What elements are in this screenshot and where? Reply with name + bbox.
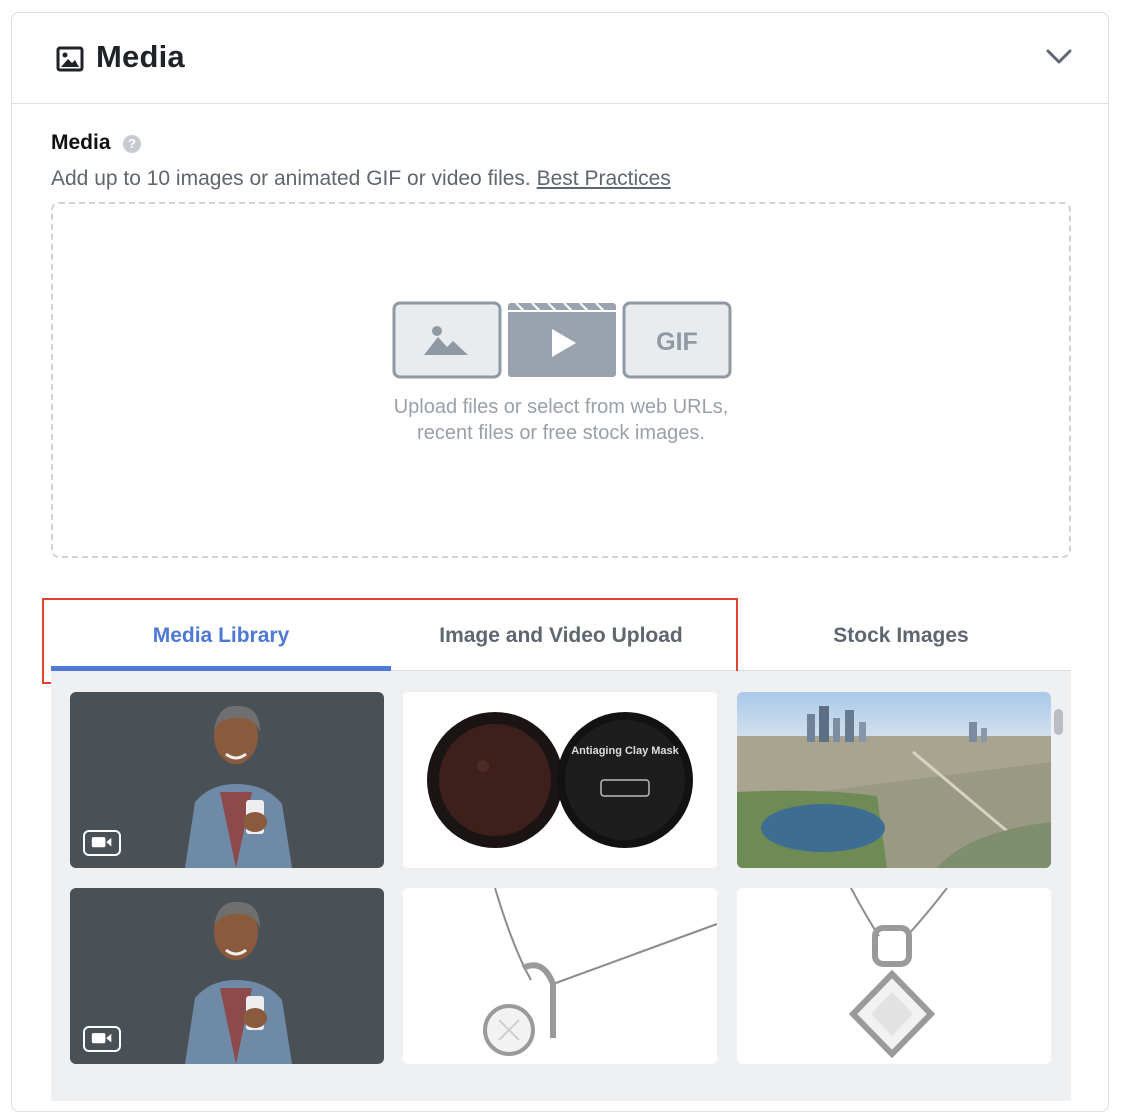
- gif-placeholder-icon: GIF: [622, 301, 732, 379]
- upload-dropzone[interactable]: GIF Upload files or select from web URLs…: [51, 202, 1071, 558]
- media-item[interactable]: Antiaging Clay Mask: [403, 692, 717, 868]
- pendant-square-image: [737, 888, 1051, 1064]
- pendant-round-image: [403, 888, 717, 1064]
- video-placeholder-icon: [508, 302, 616, 377]
- clay-mask-image: Antiaging Clay Mask: [403, 692, 717, 868]
- video-camera-icon: [83, 830, 121, 856]
- media-item[interactable]: [403, 888, 717, 1064]
- dropzone-line-2: recent files or free stock images.: [417, 422, 705, 444]
- helper-text-body: Add up to 10 images or animated GIF or v…: [51, 167, 537, 190]
- dropzone-line-1: Upload files or select from web URLs,: [393, 396, 729, 418]
- media-field-label: Media: [51, 131, 111, 154]
- media-item[interactable]: [70, 888, 384, 1064]
- media-item[interactable]: [737, 692, 1051, 868]
- best-practices-link[interactable]: Best Practices: [537, 167, 671, 190]
- jar-label-text: Antiaging Clay Mask: [571, 745, 679, 757]
- dropzone-text: Upload files or select from web URLs, re…: [53, 394, 1069, 446]
- media-item[interactable]: [70, 692, 384, 868]
- video-camera-icon: [83, 1026, 121, 1052]
- tab-stock-images[interactable]: Stock Images: [731, 601, 1071, 671]
- section-title: Media: [96, 39, 185, 74]
- upload-type-icons: GIF: [392, 301, 732, 379]
- tab-image-video-upload[interactable]: Image and Video Upload: [391, 601, 731, 671]
- card-header[interactable]: Media: [12, 13, 1108, 104]
- image-placeholder-icon: [392, 301, 502, 379]
- media-card: Media Media ? Add up to 10 images or ani…: [11, 12, 1109, 1112]
- library-scrollbar[interactable]: [1054, 709, 1063, 735]
- media-library-grid: Antiaging Clay Mask: [51, 671, 1071, 1101]
- media-item[interactable]: [737, 888, 1051, 1064]
- chevron-down-icon[interactable]: [1046, 48, 1072, 66]
- helper-text: Add up to 10 images or animated GIF or v…: [51, 167, 671, 191]
- image-icon: [56, 46, 84, 72]
- question-icon[interactable]: ?: [123, 135, 141, 153]
- city-aerial-image: [737, 692, 1051, 868]
- media-source-tabs: Media Library Image and Video Upload Sto…: [51, 601, 1071, 671]
- tab-media-library[interactable]: Media Library: [51, 601, 391, 671]
- gif-label: GIF: [656, 328, 698, 356]
